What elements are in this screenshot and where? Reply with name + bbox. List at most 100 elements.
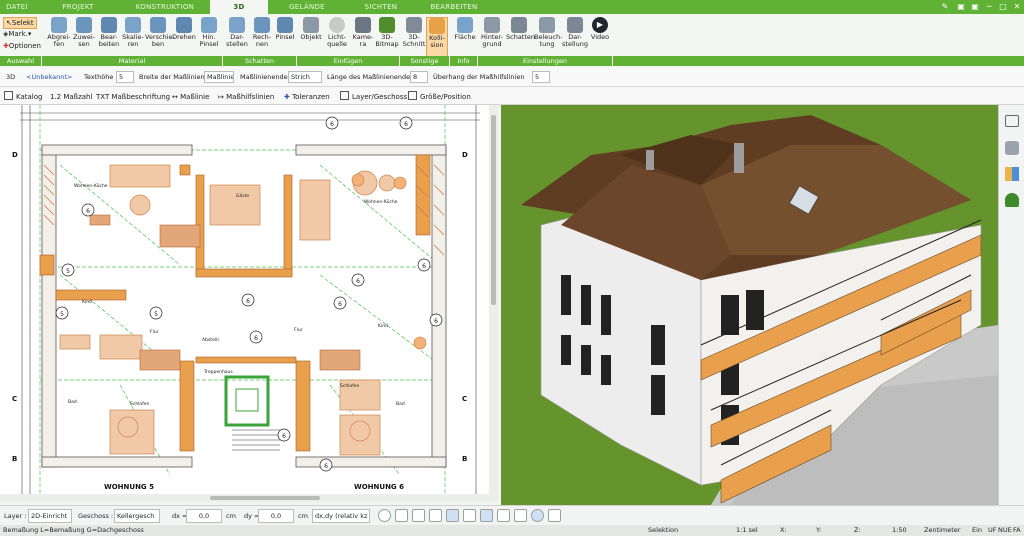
lichtquelle-button[interactable]: Licht- quelle [325,17,349,57]
schatten-pinsel-button[interactable]: Pinsel [274,17,296,57]
breite-dropdown[interactable]: Maßlinie [204,71,234,83]
tab-sichten[interactable]: SICHTEN [354,0,408,14]
abgreifen-button[interactable]: Abgrei- fen [47,17,71,57]
info-icon[interactable]: ▣ [970,2,980,12]
plan-horizontal-scrollbar[interactable] [0,494,498,502]
tab-masslinie[interactable]: ↔ Maßlinie [172,90,209,104]
north-icon[interactable] [531,509,544,522]
layer-view-icon[interactable] [497,509,510,522]
layers-icon[interactable] [1005,115,1019,127]
tab-toleranzen[interactable]: ✚ Toleranzen [284,90,330,104]
tab-konstruktion[interactable]: KONSTRUKTION [120,0,210,14]
tab-katalog[interactable]: Katalog [4,90,42,104]
plan-vertical-scrollbar[interactable] [489,105,498,494]
palette-icon[interactable] [1005,167,1019,181]
lightbulb-icon [329,17,345,33]
zuweisen-button[interactable]: Zuwei- sen [72,17,96,57]
minimize-icon[interactable]: ─ [984,2,994,12]
3d-bitmap-button[interactable]: 3D- Bitmap [375,17,399,57]
edit-material-icon [101,17,117,33]
coordinate-mode-dropdown[interactable]: dx,dy (relativ kz [312,509,370,523]
close-icon[interactable]: ✕ [1012,2,1022,12]
objekt-button[interactable]: Objekt [300,17,322,57]
group-einfuegen: Einfügen [297,56,400,66]
3d-schnitt-button[interactable]: 3D- Schnitt [402,17,426,57]
schatten-darstellen-button[interactable]: Dar- stellen [225,17,249,57]
help-icon[interactable]: ▣ [956,2,966,12]
shadow-display-icon [229,17,245,33]
geschoss-dropdown[interactable]: Kellergesch [114,509,160,523]
darstellung-button[interactable]: Dar- stellung [562,17,588,57]
move-icon [150,17,166,33]
angle-icon[interactable] [429,509,442,522]
dx-input[interactable]: 0,0 [186,509,222,523]
bottom-toolbar: Layer : 2D-Einricht Geschoss : Kellerges… [0,505,1024,525]
status-unit: Zentimeter [924,526,961,534]
bearbeiten-button[interactable]: Bear- beiten [97,17,121,57]
svg-text:Flur: Flur [294,327,303,333]
3d-view[interactable] [501,105,998,505]
hintergrund-button[interactable]: Hinter- grund [480,17,504,57]
verschieben-button[interactable]: Verschie- ben [145,17,175,57]
group-schatten: Schatten [223,56,297,66]
tab-bearbeiten[interactable]: BEARBEITEN [425,0,483,14]
dx-unit: cm [226,512,236,520]
mark-button[interactable]: ◈Mark.▾ [3,29,31,39]
laenge-input[interactable]: 8 [410,71,428,83]
pen-icon[interactable]: ✎ [940,2,950,12]
dy-input[interactable]: 0,0 [258,509,294,523]
ortho-icon[interactable] [463,509,476,522]
tab-masshilfslinien[interactable]: ↦ Maßhilfslinien [218,90,274,104]
layer-dropdown[interactable]: 2D-Einricht [28,509,72,523]
beleuchtung-button[interactable]: Beleuch- tung [534,17,562,57]
tolerance-icon: ✚ [284,93,293,101]
tab-datei[interactable]: DATEI [2,0,32,14]
flaeche-button[interactable]: Fläche [453,17,477,57]
settings-icon[interactable] [548,509,561,522]
type-dropdown[interactable]: <Unbekannt> [26,72,72,82]
kamera-button[interactable]: Kame- ra [351,17,375,57]
selekt-button[interactable]: ↖Selekt [3,17,37,29]
fill-icon[interactable] [480,509,493,522]
ueberhang-input[interactable]: 5 [532,71,550,83]
schatten-settings-button[interactable]: Schatten [506,17,535,57]
grid-snap-icon[interactable] [412,509,425,522]
hin-pinsel-button[interactable]: Hin. Pinsel [197,17,221,57]
hscroll-thumb[interactable] [210,496,320,500]
optionen-button[interactable]: ✚Optionen [3,41,41,51]
maximize-icon[interactable]: □ [998,2,1008,12]
group-info: Info [450,56,478,66]
area-icon [457,17,473,33]
line-snap-icon[interactable] [446,509,459,522]
tree-icon [379,17,395,33]
schatten-rechnen-button[interactable]: Rech- nen [250,17,274,57]
kollision-button[interactable]: Kolli- sion [426,17,448,57]
video-button[interactable]: ▶ Video [589,17,611,57]
drehen-button[interactable]: Drehen [172,17,196,57]
svg-text:5: 5 [60,311,64,318]
svg-text:Kind: Kind [82,299,92,305]
clock-icon[interactable] [378,509,391,522]
tab-massbeschriftung[interactable]: TXT Maßbeschriftung [96,90,170,104]
dimension-line-icon: ↔ [172,93,181,101]
tab-groesse-position[interactable]: Größe/Position [408,90,471,104]
scroll-thumb[interactable] [491,115,496,305]
skalieren-button[interactable]: Skalie- ren [121,17,145,57]
floor-plan-view[interactable]: 6 5 5 5 6 6 6 6 6 6 6 6 6 6 Wohnen-Küche Gäste Kin… [0,105,498,494]
tab-3d[interactable]: 3D [210,0,268,14]
texthoehe-input[interactable]: 5 [116,71,134,83]
grid-icon[interactable] [514,509,527,522]
rotate-icon [176,17,192,33]
tree-panel-icon[interactable] [1005,193,1019,207]
svg-text:Treppenhaus: Treppenhaus [203,369,233,375]
snap-icon[interactable] [395,509,408,522]
svg-text:D: D [12,151,18,159]
tab-layer-geschoss[interactable]: Layer/Geschoss [340,90,407,104]
play-icon: ▶ [592,17,608,33]
chair-panel-icon[interactable] [1005,141,1019,155]
tab-gelaende[interactable]: GELÄNDE [280,0,334,14]
svg-text:Schlafen: Schlafen [130,401,150,407]
ende-dropdown[interactable]: Strich [288,71,322,83]
tab-masszahl[interactable]: 1.2 Maßzahl [50,90,92,104]
tab-projekt[interactable]: PROJEKT [56,0,100,14]
